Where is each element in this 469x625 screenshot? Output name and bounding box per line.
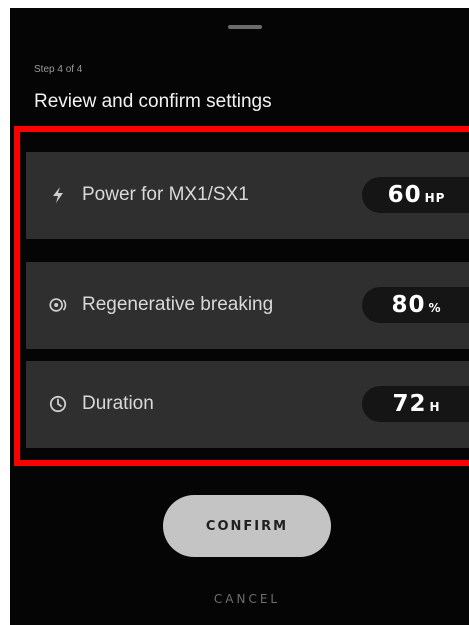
step-indicator: Step 4 of 4 [34,64,83,75]
bottom-sheet: Step 4 of 4 Review and confirm settings … [10,8,469,625]
confirm-button[interactable]: CONFIRM [163,495,331,557]
drag-handle[interactable] [228,25,262,29]
highlight-box [14,126,469,466]
page-title: Review and confirm settings [34,91,272,112]
cancel-button[interactable]: CANCEL [163,588,331,610]
